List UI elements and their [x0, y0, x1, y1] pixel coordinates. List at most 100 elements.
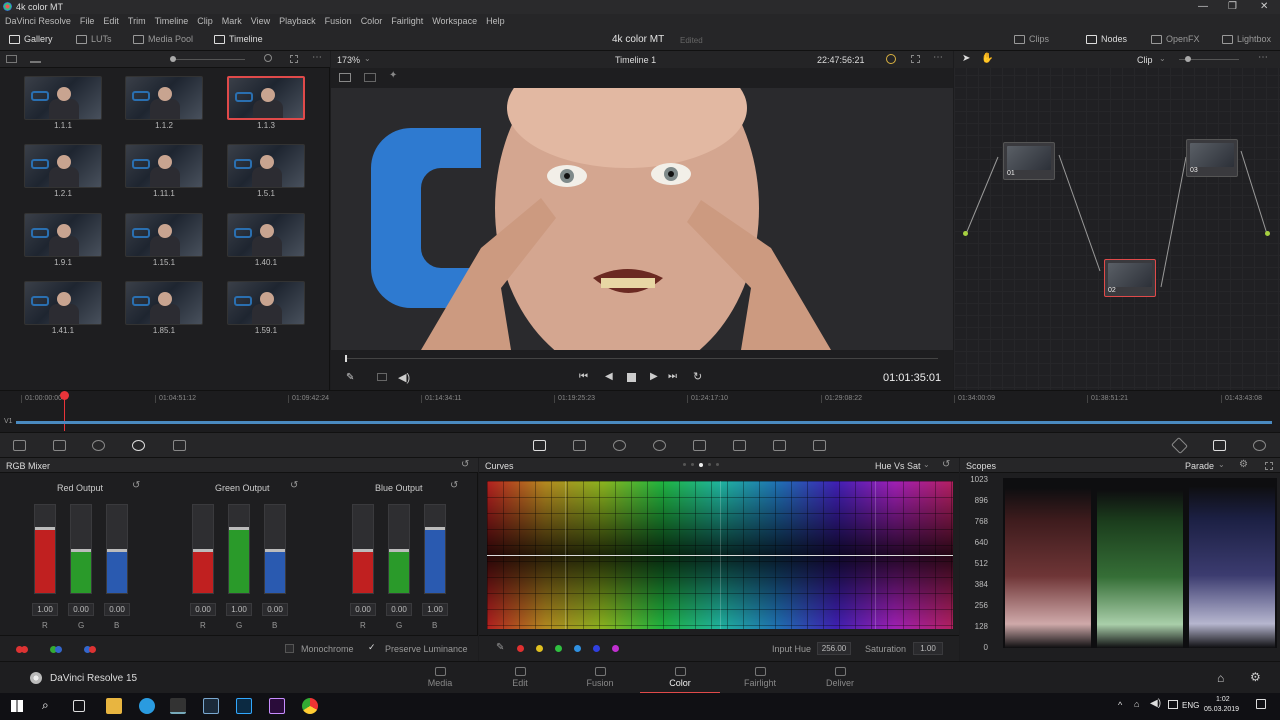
reset-curves-icon[interactable]: ↺ — [942, 459, 950, 470]
camera-raw-icon[interactable] — [13, 440, 26, 451]
mini-timeline[interactable]: 01:00:00:00 01:04:51:12 01:09:42:24 01:14:3… — [0, 390, 1280, 432]
menu-workspace[interactable]: Workspace — [432, 14, 477, 26]
timeline-name[interactable]: Timeline 1 — [615, 55, 656, 65]
premiere-icon[interactable] — [269, 698, 285, 714]
menu-mark[interactable]: Mark — [222, 14, 242, 26]
curves-icon[interactable] — [533, 440, 546, 451]
page-tab-color[interactable]: Color — [640, 667, 720, 694]
menu-help[interactable]: Help — [486, 14, 505, 26]
qualifier-icon[interactable] — [573, 440, 586, 451]
stop-icon[interactable] — [627, 373, 636, 382]
blur-icon[interactable] — [733, 440, 746, 451]
node-editor[interactable]: ➤ ✋ Clip ⌄ ⋯ 01 02 03 — [954, 51, 1280, 390]
still-album-icon[interactable] — [6, 55, 17, 63]
reset-group-icon[interactable]: ↺ — [132, 480, 140, 491]
zoom-level[interactable]: 173% — [337, 55, 360, 65]
home-icon[interactable]: ⌂ — [1217, 671, 1224, 685]
menu-color[interactable]: Color — [361, 14, 383, 26]
mixer-slider[interactable] — [34, 504, 56, 594]
file-explorer-icon[interactable] — [106, 698, 122, 714]
hue-swatch[interactable] — [574, 645, 581, 652]
gallery-still[interactable] — [227, 76, 305, 120]
curves-mode-dropdown-icon[interactable]: ⌄ — [923, 460, 930, 469]
task-view-icon[interactable] — [73, 700, 85, 712]
image-wipe-icon[interactable] — [339, 73, 351, 82]
gallery-still[interactable] — [24, 76, 102, 120]
scopes-mode[interactable]: Parade — [1185, 461, 1214, 471]
page-tab-deliver[interactable]: Deliver — [800, 667, 880, 688]
menu-trim[interactable]: Trim — [128, 14, 146, 26]
mixer-value-field[interactable]: 1.00 — [226, 603, 252, 616]
scopes-settings-icon[interactable]: ⚙ — [1239, 459, 1248, 470]
clock-date[interactable]: 05.03.2019 — [1204, 706, 1239, 713]
hue-swatch[interactable] — [593, 645, 600, 652]
tracker-icon[interactable] — [653, 440, 666, 451]
lightroom-icon[interactable] — [203, 698, 219, 714]
menu-timeline[interactable]: Timeline — [155, 14, 189, 26]
menu-fusion[interactable]: Fusion — [325, 14, 352, 26]
scrubber-playhead[interactable] — [345, 355, 347, 362]
menu-playback[interactable]: Playback — [279, 14, 316, 26]
gallery-still[interactable] — [125, 76, 203, 120]
gallery-still[interactable] — [24, 213, 102, 257]
keyboard-icon[interactable] — [1168, 700, 1178, 709]
reset-group-icon[interactable]: ↺ — [450, 480, 458, 491]
grab-still-icon[interactable] — [30, 55, 41, 63]
tray-chevron-icon[interactable]: ^ — [1118, 700, 1122, 710]
hue-swatch[interactable] — [612, 645, 619, 652]
input-hue-field[interactable]: 256.00 — [817, 642, 851, 655]
swap-blue-icon[interactable] — [84, 645, 96, 655]
mixer-value-field[interactable]: 1.00 — [422, 603, 448, 616]
eyedropper-icon[interactable]: ✎ — [346, 372, 354, 383]
keyframes-icon[interactable] — [1171, 437, 1188, 454]
language-indicator[interactable]: ENG — [1182, 701, 1199, 710]
sync-icon[interactable] — [886, 54, 896, 64]
mixer-value-field[interactable]: 0.00 — [350, 603, 376, 616]
mixer-slider[interactable] — [352, 504, 374, 594]
gallery-still[interactable] — [125, 213, 203, 257]
highlight-icon[interactable]: ✦ — [389, 70, 397, 81]
swap-green-icon[interactable] — [50, 645, 62, 655]
hue-swatch[interactable] — [517, 645, 524, 652]
notification-icon[interactable] — [1256, 699, 1266, 709]
menu-file[interactable]: File — [80, 14, 95, 26]
play-reverse-icon[interactable]: ◀ — [605, 371, 613, 382]
scrubber-track[interactable] — [346, 358, 938, 359]
scopes-mode-dropdown-icon[interactable]: ⌄ — [1218, 460, 1225, 469]
page-tab-fusion[interactable]: Fusion — [560, 667, 640, 688]
node-02[interactable]: 02 — [1104, 259, 1156, 297]
color-wheels-icon[interactable] — [92, 440, 105, 451]
gallery-still[interactable] — [24, 144, 102, 188]
info-icon[interactable] — [1253, 440, 1266, 451]
search-icon[interactable] — [264, 54, 272, 62]
viewer-frame-image[interactable] — [331, 88, 953, 350]
scopes-icon[interactable] — [1213, 440, 1226, 451]
gallery-still[interactable] — [125, 144, 203, 188]
output-port[interactable] — [1265, 231, 1270, 236]
media-pool-button[interactable]: Media Pool — [133, 34, 193, 44]
maximize-button[interactable]: ❐ — [1228, 1, 1237, 12]
gallery-still[interactable] — [125, 281, 203, 325]
motion-effects-icon[interactable] — [173, 440, 186, 451]
close-button[interactable]: ✕ — [1260, 1, 1268, 12]
magic-mask-icon[interactable] — [693, 440, 706, 451]
clips-button[interactable]: Clips — [1014, 34, 1049, 44]
viewer-options-icon[interactable]: ⋯ — [933, 52, 943, 63]
saturation-field[interactable]: 1.00 — [913, 642, 943, 655]
page-tab-fairlight[interactable]: Fairlight — [720, 667, 800, 688]
mixer-value-field[interactable]: 1.00 — [32, 603, 58, 616]
lightbox-button[interactable]: Lightbox — [1222, 34, 1271, 44]
rgb-mixer-icon[interactable] — [132, 440, 145, 451]
chrome-icon[interactable] — [302, 698, 318, 714]
mixer-slider[interactable] — [228, 504, 250, 594]
hue-swatch[interactable] — [536, 645, 543, 652]
layers-icon[interactable] — [377, 373, 387, 381]
split-screen-icon[interactable] — [364, 73, 376, 82]
mixer-slider[interactable] — [192, 504, 214, 594]
curves-mode[interactable]: Hue Vs Sat — [875, 461, 921, 471]
skip-back-icon[interactable]: ⏮ — [579, 371, 588, 382]
clock-time[interactable]: 1:02 — [1216, 696, 1230, 703]
node-03[interactable]: 03 — [1186, 139, 1238, 177]
mixer-value-field[interactable]: 0.00 — [190, 603, 216, 616]
telegram-icon[interactable] — [139, 698, 155, 714]
